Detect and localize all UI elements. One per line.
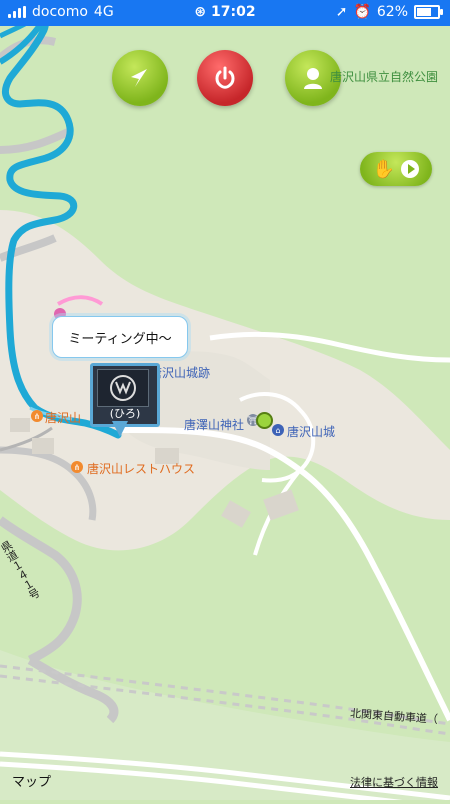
left-poi-label: 唐沢山 [45, 411, 82, 425]
play-icon [401, 160, 420, 178]
status-bar: docomo 4G ⊛ 17:02 ➚ ⏰ 62% [0, 0, 450, 26]
battery-icon [414, 5, 443, 19]
location-services-icon: ⊛ [194, 4, 207, 20]
meeting-bubble-text: ミーティング中～ [68, 331, 172, 347]
avatar-pin-tip [112, 421, 128, 437]
status-right: ➚ ⏰ 62% [335, 4, 443, 20]
user-avatar-marker[interactable]: (ひろ) [90, 363, 160, 427]
battery-fill [417, 8, 431, 16]
time-label: 17:02 [211, 4, 256, 20]
volkswagen-logo-icon [110, 375, 136, 401]
shrine-label: 唐澤山神社 [184, 418, 245, 432]
navigation-arrow-icon [131, 69, 147, 87]
hand-wave-icon: ✋ [372, 158, 396, 180]
location-arrow-icon: ➚ [335, 4, 348, 20]
wave-play-toggle[interactable]: ✋ [360, 152, 432, 186]
map-canvas [0, 0, 450, 804]
restaurant-icon: ⋔ [31, 410, 43, 422]
battery-percent-label: 62% [376, 4, 408, 20]
apple-maps-attribution: マップ [12, 771, 51, 790]
avatar-image [97, 369, 149, 407]
legal-link[interactable]: 法律に基づく情報 [350, 774, 438, 790]
park-label: 唐沢山県立自然公園 [330, 70, 439, 84]
power-icon [215, 66, 235, 89]
meeting-bubble: ミーティング中～ [52, 316, 188, 358]
castle-icon: ⌂ [272, 424, 284, 436]
restaurant-icon: ⋔ [71, 461, 83, 473]
alarm-icon: ⏰ [353, 4, 371, 20]
profile-icon [304, 68, 322, 89]
power-button[interactable] [197, 50, 253, 106]
castle-label: 唐沢山城 [287, 425, 336, 439]
maps-brand-label: マップ [12, 775, 52, 790]
avatar-name: (ひろ) [109, 407, 141, 420]
location-dot [256, 412, 273, 429]
navigate-button[interactable] [112, 50, 168, 106]
resthouse-label: 唐沢山レストハウス [87, 462, 196, 476]
map-view[interactable] [0, 0, 450, 804]
